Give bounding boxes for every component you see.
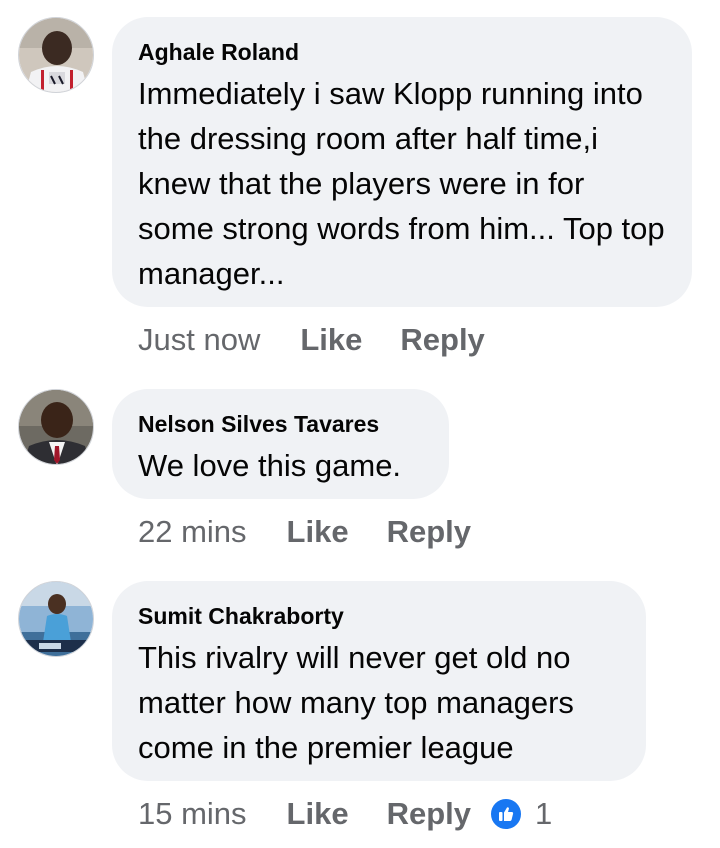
avatar-photo (19, 18, 93, 92)
avatar[interactable] (18, 581, 94, 657)
comment-text: Immediately i saw Klopp running into the… (138, 76, 665, 291)
avatar-photo (19, 582, 93, 656)
comment-bubble: Aghale Roland Immediately i saw Klopp ru… (112, 17, 692, 307)
reply-button[interactable]: Reply (387, 796, 471, 832)
avatar[interactable] (18, 389, 94, 465)
comment-timestamp[interactable]: 15 mins (138, 796, 247, 832)
comment-text: This rivalry will never get old no matte… (138, 640, 574, 765)
avatar[interactable] (18, 17, 94, 93)
comment-timestamp[interactable]: Just now (138, 322, 260, 358)
comment-actions: 15 mins Like Reply 1 (138, 796, 552, 832)
comment-bubble: Sumit Chakraborty This rivalry will neve… (112, 581, 646, 781)
reply-button[interactable]: Reply (387, 514, 471, 550)
like-button[interactable]: Like (300, 322, 362, 358)
avatar-photo (19, 390, 93, 464)
comment-author[interactable]: Aghale Roland (138, 39, 666, 65)
thumbs-up-icon[interactable] (489, 797, 523, 831)
reply-button[interactable]: Reply (400, 322, 484, 358)
like-button[interactable]: Like (287, 796, 349, 832)
comment-timestamp[interactable]: 22 mins (138, 514, 247, 550)
comment-actions: 22 mins Like Reply (138, 514, 509, 550)
reaction-count[interactable]: 1 (535, 796, 552, 832)
comment-actions: Just now Like Reply (138, 322, 523, 358)
comment-author[interactable]: Nelson Silves Tavares (138, 411, 423, 437)
comment-text: We love this game. (138, 448, 402, 483)
like-button[interactable]: Like (287, 514, 349, 550)
comment-author[interactable]: Sumit Chakraborty (138, 603, 620, 629)
comment-bubble: Nelson Silves Tavares We love this game. (112, 389, 449, 499)
